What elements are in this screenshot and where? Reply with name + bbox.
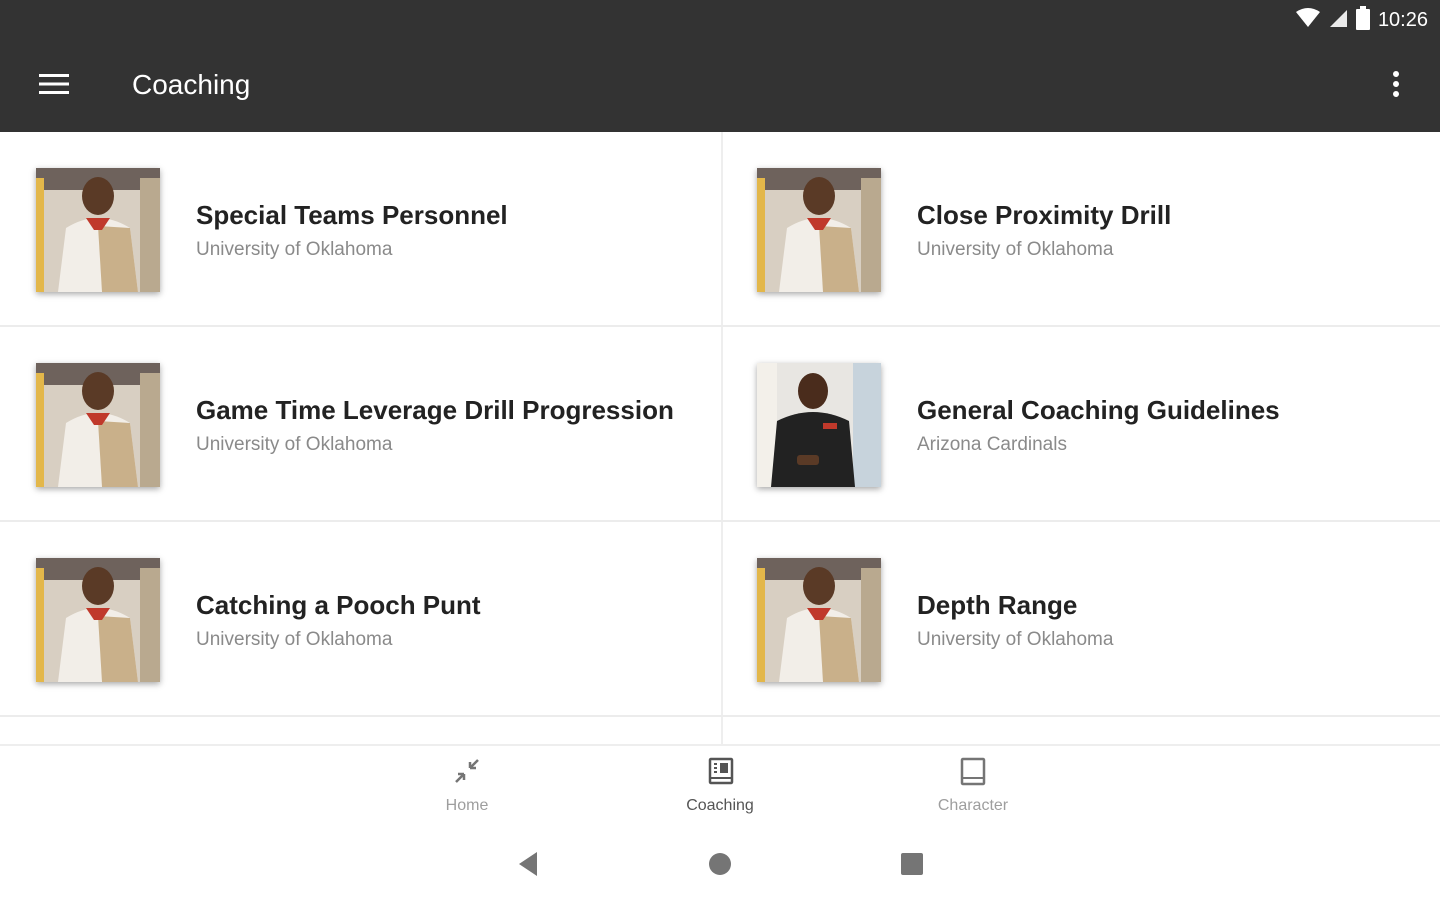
list-item[interactable]: Game Time Leverage Drill Progression Uni… <box>0 327 719 520</box>
list-item-subtitle: University of Oklahoma <box>917 239 1114 260</box>
list-item-text: Special Teams Personnel University of Ok… <box>196 200 508 261</box>
list-item[interactable]: Special Teams Personnel University of Ok… <box>0 132 719 325</box>
nav-label: Coaching <box>686 797 754 814</box>
list-item-title: General Coaching Guidelines <box>917 395 1280 425</box>
hamburger-menu-icon <box>39 73 69 100</box>
nav-item-coaching[interactable]: Coaching <box>640 756 800 815</box>
coaching-grid: Special Teams Personnel University of Ok… <box>0 132 1440 744</box>
status-bar: 10:26 <box>0 0 1440 40</box>
thumbnail <box>757 363 881 487</box>
content-list[interactable]: Special Teams Personnel University of Ok… <box>0 132 1440 744</box>
list-item-title: Close Proximity Drill <box>917 200 1172 230</box>
thumbnail <box>757 558 881 682</box>
thumbnail <box>36 558 160 682</box>
status-icons: 10:26 <box>1295 6 1428 35</box>
system-navigation-bar <box>0 832 1440 900</box>
home-button[interactable] <box>700 850 740 882</box>
list-item-text: General Coaching Guidelines Arizona Card… <box>917 395 1280 456</box>
list-item[interactable]: Depth Range University of Oklahoma <box>721 522 1440 715</box>
grid-row: Special Teams Personnel University of Ok… <box>0 132 1440 327</box>
book-icon <box>705 756 735 791</box>
list-item[interactable]: General Coaching Guidelines Arizona Card… <box>721 327 1440 520</box>
thumbnail <box>36 363 160 487</box>
tablet-icon <box>958 756 988 791</box>
list-item[interactable]: Close Proximity Drill University of Okla… <box>721 132 1440 325</box>
back-button[interactable] <box>508 850 548 882</box>
wifi-icon <box>1295 8 1320 33</box>
thumbnail <box>36 168 160 292</box>
nav-item-home[interactable]: Home <box>387 756 547 815</box>
recents-button[interactable] <box>892 850 932 882</box>
list-item-subtitle: University of Oklahoma <box>196 239 393 260</box>
cell-signal-icon <box>1328 8 1348 33</box>
list-item-text: Game Time Leverage Drill Progression Uni… <box>196 395 674 456</box>
list-item-text: Close Proximity Drill University of Okla… <box>917 200 1171 261</box>
nav-item-character[interactable]: Character <box>893 756 1053 815</box>
status-time: 10:26 <box>1377 9 1428 31</box>
recents-square-icon <box>901 852 923 880</box>
grid-row: Catching a Pooch Punt University of Okla… <box>0 522 1440 717</box>
more-vert-icon <box>1392 70 1400 103</box>
list-item-title: Catching a Pooch Punt <box>196 590 481 620</box>
list-item-subtitle: University of Oklahoma <box>917 629 1114 650</box>
battery-icon <box>1355 6 1370 35</box>
bottom-navigation: Home Coaching Character <box>0 744 1440 832</box>
grid-row: Game Time Leverage Drill Progression Uni… <box>0 327 1440 522</box>
list-item-title: Special Teams Personnel <box>196 200 508 230</box>
list-item-title: Game Time Leverage Drill Progression <box>196 395 674 425</box>
list-item-text: Catching a Pooch Punt University of Okla… <box>196 590 481 651</box>
list-item[interactable]: Catching a Pooch Punt University of Okla… <box>0 522 719 715</box>
thumbnail <box>757 168 881 292</box>
nav-label: Home <box>445 797 489 814</box>
list-item-title: Depth Range <box>917 590 1078 620</box>
list-item-subtitle: Arizona Cardinals <box>917 434 1067 455</box>
list-item-subtitle: University of Oklahoma <box>196 434 393 455</box>
overflow-menu-button[interactable] <box>1376 66 1416 106</box>
menu-button[interactable] <box>30 66 78 106</box>
compress-arrows-icon <box>452 756 482 791</box>
list-item-text: Depth Range University of Oklahoma <box>917 590 1113 651</box>
nav-label: Character <box>937 797 1009 814</box>
page-title: Coaching <box>132 69 251 100</box>
home-circle-icon <box>708 852 732 881</box>
app-bar: Coaching <box>0 40 1440 132</box>
list-item-subtitle: University of Oklahoma <box>196 629 393 650</box>
back-triangle-icon <box>517 851 539 882</box>
